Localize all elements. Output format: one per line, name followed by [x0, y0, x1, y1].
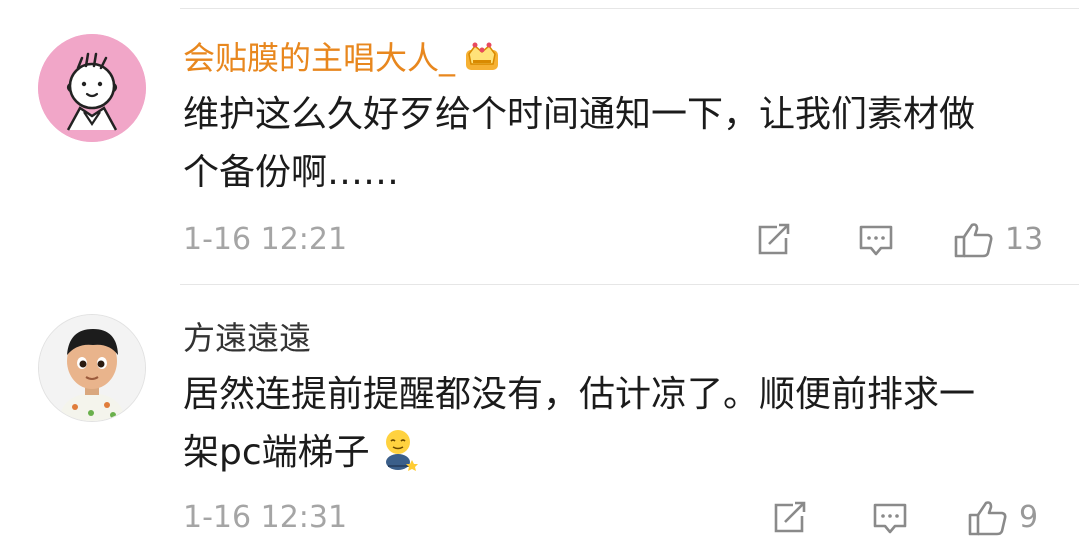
- comment-text: 维护这么久好歹给个时间通知一下，让我们素材做 个备份啊……: [183, 86, 1063, 202]
- comment-meta: 1-16 12:21 13: [183, 218, 1079, 262]
- repost-button[interactable]: [771, 496, 809, 540]
- comment-meta: 1-16 12:31 9: [183, 496, 1079, 540]
- comment-icon: [859, 225, 893, 256]
- comment-icon: [873, 503, 907, 534]
- repost-icon: [774, 501, 806, 533]
- comment-item: 方遠遠遠 居然连提前提醒都没有，估计凉了。顺便前排求一 架pc端梯子 1-16 …: [0, 292, 1079, 558]
- comment-text-line: 个备份啊……: [183, 152, 400, 193]
- username[interactable]: 会贴膜的主唱大人_: [183, 38, 501, 78]
- avatar[interactable]: [38, 314, 146, 422]
- top-divider: [180, 8, 1079, 9]
- comment-text-line-with-emoji: 架pc端梯子: [183, 424, 1063, 482]
- reply-button[interactable]: [857, 218, 895, 262]
- username[interactable]: 方遠遠遠: [183, 318, 311, 358]
- repost-button[interactable]: [755, 218, 793, 262]
- like-button[interactable]: 9: [967, 496, 1038, 540]
- like-count: 13: [1005, 222, 1044, 257]
- reply-button[interactable]: [871, 496, 909, 540]
- thumbs-up-icon: [954, 223, 993, 258]
- repost-icon: [758, 223, 790, 255]
- like-button[interactable]: 13: [953, 218, 1043, 262]
- comment-text-line: 维护这么久好歹给个时间通知一下，让我们素材做: [183, 94, 976, 135]
- avatar[interactable]: [38, 34, 146, 142]
- comment-text: 居然连提前提醒都没有，估计凉了。顺便前排求一 架pc端梯子: [183, 366, 1063, 482]
- emoji-icon: [380, 428, 420, 472]
- comment-item: 会贴膜的主唱大人_ 维护这么久好歹给个时间通知一下，让我们素材做 个备份啊…… …: [0, 20, 1079, 282]
- comment-text-line: 居然连提前提醒都没有，估计凉了。顺便前排求一: [183, 374, 976, 415]
- thumbs-up-icon: [968, 501, 1007, 536]
- cartoon-face-icon: [38, 34, 146, 142]
- crown-icon: [463, 40, 501, 74]
- timestamp: 1-16 12:21: [183, 222, 348, 257]
- timestamp: 1-16 12:31: [183, 500, 348, 535]
- comment-divider: [180, 284, 1079, 285]
- like-count: 9: [1019, 500, 1039, 535]
- boy-avatar-icon: [39, 315, 145, 421]
